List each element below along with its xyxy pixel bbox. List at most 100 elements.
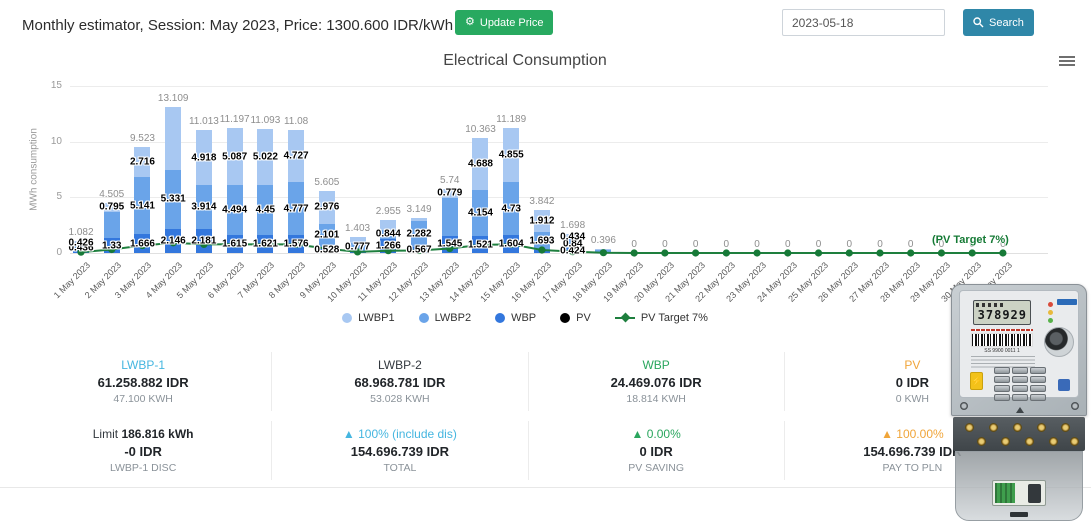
segment-label: 1.33 [101, 240, 122, 252]
meter-brand-logo [1057, 299, 1077, 305]
bar-segment-wbp[interactable] [533, 250, 550, 253]
segment-label: 5.331 [160, 193, 186, 205]
bar-segment-lwbp1[interactable] [411, 217, 428, 222]
bar-segment-wbp[interactable] [595, 252, 612, 253]
bar-segment-lwbp1[interactable] [595, 248, 612, 251]
card-lwbp1-value: 61.258.882 IDR [97, 375, 189, 390]
segment-label: 4.45 [255, 204, 276, 216]
bar-total-label: 1.082 [68, 226, 94, 238]
high-voltage-label: ⚡ [970, 372, 983, 390]
card-lwbp1-sub: 47.100 KWH [113, 393, 173, 405]
bar-total-label: 0 [785, 239, 791, 250]
bar-total-label: 0 [846, 239, 853, 250]
bar-total-label: 0 [631, 239, 637, 250]
update-price-button[interactable]: ⚙ Update Price [455, 10, 554, 35]
meter-indicator-leds [1048, 302, 1053, 326]
card-pv-saving-value: 0 IDR [639, 444, 673, 459]
legend-item-lwbp2[interactable]: LWBP2 [418, 312, 472, 324]
terminal-screw [1025, 437, 1034, 446]
meter-barcode [971, 333, 1033, 347]
app-window: Monthly estimator, Session: May 2023, Pr… [0, 0, 1091, 525]
card-total-title: ▲ 100% (include dis) [342, 427, 457, 441]
lcd-status-icons [976, 303, 1006, 307]
bar-total-label: 0 [723, 239, 730, 250]
bar-segment-lwbp1[interactable] [165, 107, 182, 170]
segment-label: 0.434 [560, 231, 586, 242]
segment-label: 1.693 [529, 235, 555, 247]
meter-body: 378929 SS 9900 0011 1 ⚡ [951, 284, 1087, 416]
bar-total-label: 11.093 [250, 115, 281, 127]
legend-dot-marker [418, 313, 429, 323]
terminal-screw [1070, 437, 1079, 446]
segment-label: 3.914 [191, 201, 217, 213]
segment-label: 5.087 [222, 151, 248, 163]
bar-total-label: 3.149 [406, 203, 432, 215]
terminal-screw [965, 423, 974, 432]
legend-item-wbp[interactable]: WBP [495, 312, 536, 324]
grid-line [70, 197, 1048, 199]
y-tick-label: 10 [50, 135, 62, 147]
segment-label: 4.73 [501, 203, 521, 215]
bar-total-label: 0 [754, 239, 760, 250]
search-button[interactable]: Search [963, 9, 1034, 36]
segment-label: 0.779 [437, 187, 463, 199]
segment-label: 4.777 [283, 203, 309, 215]
legend-label: PV Target 7% [640, 312, 708, 324]
terminal-screw [1049, 437, 1058, 446]
segment-label: 2.282 [406, 228, 432, 240]
bar-total-label: 9.523 [129, 132, 155, 144]
legend-dot-marker [560, 313, 571, 323]
gear-icon: ⚙ [465, 16, 475, 28]
electrical-consumption-chart: Electrical Consumption MWh consumption 0… [0, 44, 1091, 344]
bar-total-label: 0 [815, 239, 822, 250]
meter-lcd-display: 378929 [973, 300, 1031, 325]
segment-label: 5.022 [252, 151, 278, 163]
bar-total-label: 1.698 [560, 220, 586, 232]
segment-label: 1.615 [222, 238, 248, 250]
bar-segment-lwbp2[interactable] [441, 197, 458, 236]
meter-faceplate: 378929 SS 9900 0011 1 ⚡ [959, 290, 1079, 401]
legend-item-lwbp1[interactable]: LWBP1 [342, 312, 395, 324]
legend-dot-marker [495, 313, 506, 323]
card-total-value: 154.696.739 IDR [350, 444, 450, 459]
legend-item-pv[interactable]: PV [560, 312, 591, 324]
card-lwbp1-title: LWBP-1 [121, 358, 166, 372]
y-tick-label: 5 [56, 191, 62, 203]
date-input[interactable] [782, 9, 945, 36]
card-lwbp2-title: LWBP-2 [377, 358, 422, 372]
card-limit-value: -0 IDR [124, 444, 162, 459]
meter-certification-mark [1058, 379, 1070, 391]
bar-total-label: 0 [877, 239, 883, 250]
segment-label: 1.621 [252, 238, 278, 250]
segment-label: 1.604 [498, 238, 524, 250]
pv-target-end-label: (PV Target 7%) [932, 234, 1009, 246]
meter-breaker [992, 480, 1046, 506]
legend-label: LWBP2 [434, 312, 472, 324]
triangle-marker [1016, 407, 1024, 413]
card-wbp: WBP 24.469.076 IDR 18.814 KWH [527, 352, 784, 411]
bar-total-label: 2.955 [375, 206, 401, 218]
card-pv-saving-sub: PV SAVING [628, 462, 685, 474]
segment-label: 1.266 [375, 240, 401, 252]
legend-label: WBP [511, 312, 537, 324]
meter-optical-port [1044, 327, 1074, 357]
segment-label: 2.976 [314, 201, 340, 213]
terminal-screw [977, 437, 986, 446]
segment-label: 2.101 [314, 229, 340, 241]
segment-label: 1.576 [283, 238, 309, 250]
terminal-screw [1013, 423, 1022, 432]
terminal-screw [989, 423, 998, 432]
card-lwbp2: LWBP-2 68.968.781 IDR 53.028 KWH [271, 352, 527, 411]
terminal-screw [1061, 423, 1070, 432]
legend-label: LWBP1 [358, 312, 395, 324]
legend-item-pv-target-7-[interactable]: PV Target 7% [614, 312, 708, 324]
bar-segment-lwbp2[interactable] [103, 211, 120, 239]
segment-label: 4.727 [283, 150, 309, 162]
bar-segment-lwbp2[interactable] [595, 250, 612, 253]
segment-label: 2.716 [129, 156, 155, 168]
segment-label: 4.154 [467, 207, 493, 219]
segment-label: 1.545 [437, 238, 463, 250]
lcd-reading: 378929 [977, 308, 1027, 322]
bar-total-label: 11.189 [496, 114, 527, 126]
segment-label: 0.528 [314, 244, 340, 256]
